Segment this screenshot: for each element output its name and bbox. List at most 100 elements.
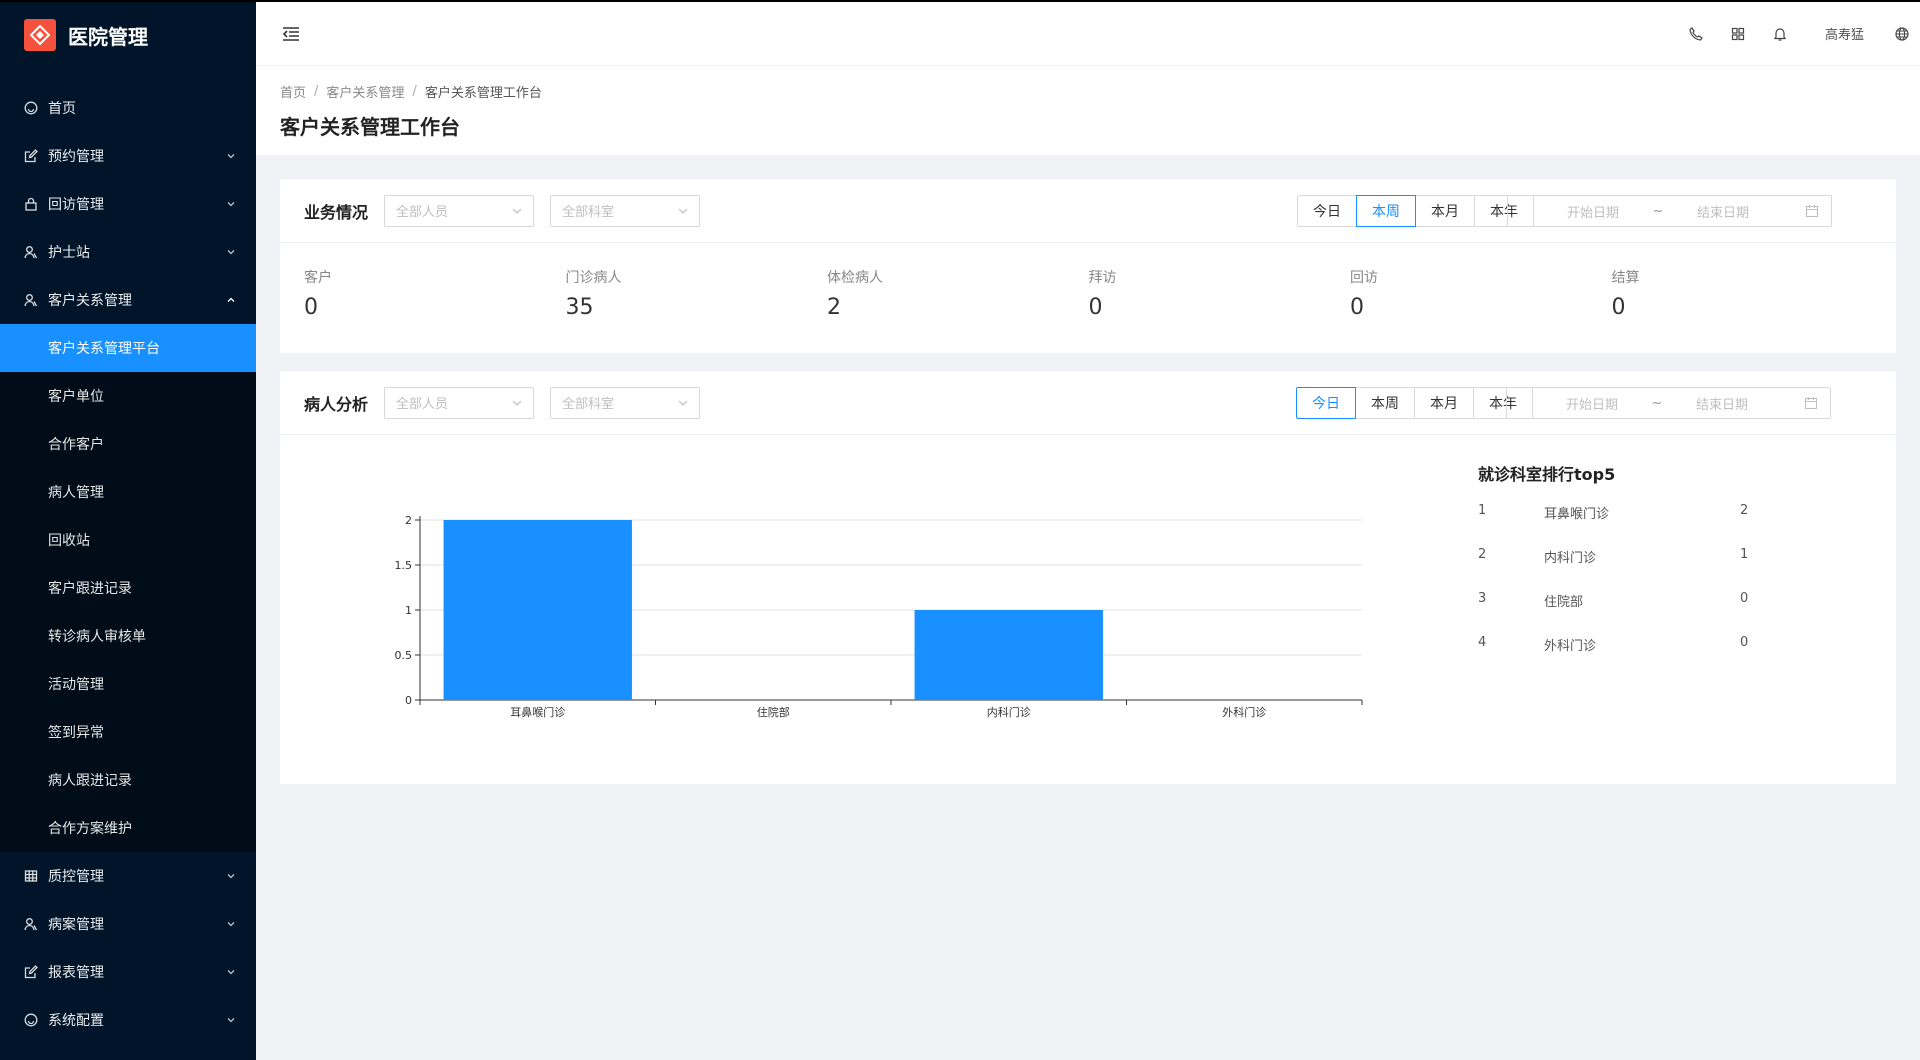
app-logo[interactable]: 医院管理 <box>0 0 256 70</box>
chevron-down-icon <box>226 919 236 929</box>
ranking-department: 耳鼻喉门诊 <box>1544 507 1610 522</box>
y-tick-label: 1.5 <box>395 559 413 572</box>
sidebar-subitem[interactable]: 活动管理 <box>0 660 256 708</box>
period-segmented: 今日 本周 本月 本年 <box>1296 387 1533 419</box>
sidebar-subitem[interactable]: 病人管理 <box>0 468 256 516</box>
sidebar-subitem[interactable]: 客户跟进记录 <box>0 564 256 612</box>
start-date-input[interactable]: 开始日期 <box>1507 394 1647 413</box>
x-tick-label: 内科门诊 <box>987 705 1031 719</box>
person-select[interactable]: 全部人员 <box>384 386 535 419</box>
bar-chart-svg: 0 0.5 1 1.5 2 耳鼻喉门诊 住院部 内科门诊 外科门诊 <box>395 514 1363 719</box>
stat-value: 35 <box>565 295 594 320</box>
end-date-input[interactable]: 结束日期 <box>1667 394 1777 413</box>
stat-label: 体检病人 <box>827 270 883 286</box>
lock-icon <box>24 197 38 211</box>
sidebar-item[interactable]: 质控管理 <box>0 852 256 900</box>
sidebar-menu: 首页预约管理回访管理护士站 客户关系管理 客户关系管理平台 客户单位 合作客户 病人管理回… <box>0 84 256 1044</box>
ranking-index: 1 <box>1478 503 1487 518</box>
period-button[interactable]: 今日 <box>1297 195 1357 227</box>
user-name[interactable]: 高寿猛 <box>1801 24 1884 43</box>
start-date-input[interactable]: 开始日期 <box>1508 202 1648 221</box>
period-button[interactable]: 今日 <box>1296 387 1356 419</box>
person-select[interactable]: 全部人员 <box>384 194 535 227</box>
chevron-down-icon <box>512 208 522 214</box>
period-button[interactable]: 本月 <box>1415 195 1475 227</box>
chevron-down-icon <box>226 151 236 161</box>
breadcrumb-home[interactable]: 首页 <box>280 82 306 101</box>
stat-value: 0 <box>304 295 318 320</box>
sidebar-subitem[interactable]: 回收站 <box>0 516 256 564</box>
stat-value: 0 <box>1611 295 1626 320</box>
sidebar-item[interactable]: 预约管理 <box>0 132 256 180</box>
ranking-index: 4 <box>1478 635 1487 650</box>
apps-icon[interactable] <box>1717 2 1759 66</box>
page-header: 首页 / 客户关系管理 / 客户关系管理工作台 客户关系管理工作台 <box>256 66 1920 155</box>
stat-label: 结算 <box>1611 270 1640 286</box>
stat-label: 回访 <box>1350 270 1378 286</box>
sidebar-item[interactable]: 客户关系管理 <box>0 276 256 324</box>
date-range-picker[interactable]: 开始日期 ~ 结束日期 <box>1506 387 1831 419</box>
edit-icon <box>24 965 38 979</box>
period-button[interactable]: 本周 <box>1356 195 1416 227</box>
sidebar-subitem[interactable]: 客户关系管理平台 <box>0 324 256 372</box>
top-header: 高寿猛 <box>256 2 1920 66</box>
sidebar-item-label: 回访管理 <box>48 197 104 213</box>
sidebar-subitem[interactable]: 合作方案维护 <box>0 804 256 852</box>
y-tick-label: 0 <box>405 694 412 707</box>
dept-select[interactable]: 全部科室 <box>550 194 701 227</box>
sidebar-item[interactable]: 病案管理 <box>0 900 256 948</box>
phone-icon[interactable] <box>1675 2 1717 66</box>
ranking-row: 1 耳鼻喉门诊 2 <box>1478 503 1798 547</box>
stat-label: 客户 <box>304 270 332 286</box>
stat-item: 门诊病人 35 <box>566 267 828 320</box>
sidebar-subitem[interactable]: 签到异常 <box>0 708 256 756</box>
sidebar: 医院管理 首页预约管理回访管理护士站 客户关系管理 客户关系管理平台 客户单位 合作客户… <box>0 0 256 1060</box>
period-button[interactable]: 本月 <box>1414 387 1474 419</box>
menu-fold-icon[interactable] <box>281 24 301 44</box>
dept-select-value: 全部科室 <box>562 205 615 220</box>
sidebar-item[interactable]: 首页 <box>0 84 256 132</box>
y-tick-label: 1 <box>405 604 412 617</box>
sidebar-item[interactable]: 护士站 <box>0 228 256 276</box>
sidebar-item[interactable]: 报表管理 <box>0 948 256 996</box>
stat-item: 结算 0 <box>1612 267 1874 320</box>
sidebar-subitem[interactable]: 病人跟进记录 <box>0 756 256 804</box>
breadcrumb-crm[interactable]: 客户关系管理 <box>326 82 404 101</box>
sidebar-item-label: 质控管理 <box>48 869 104 885</box>
sidebar-item-label: 报表管理 <box>48 965 104 981</box>
globe-icon[interactable] <box>1884 2 1920 66</box>
range-separator: ~ <box>1651 395 1663 411</box>
bar <box>914 610 1103 700</box>
sidebar-item[interactable]: 回访管理 <box>0 180 256 228</box>
stat-value: 0 <box>1350 295 1364 320</box>
chevron-down-icon <box>678 208 688 214</box>
sidebar-item-label: 预约管理 <box>48 149 104 165</box>
user-icon <box>24 245 38 259</box>
bell-icon[interactable] <box>1759 2 1801 66</box>
x-tick-label: 耳鼻喉门诊 <box>510 705 565 719</box>
dept-select-value: 全部科室 <box>562 397 615 412</box>
period-button[interactable]: 本周 <box>1355 387 1415 419</box>
range-separator: ~ <box>1652 203 1664 219</box>
logo-icon <box>24 19 56 51</box>
dept-select[interactable]: 全部科室 <box>550 386 701 419</box>
department-ranking: 就诊科室排行top5 1 耳鼻喉门诊 2 2 内科门诊 1 3 住院部 0 4 外科门诊 0 <box>1478 461 1798 679</box>
x-tick-label: 住院部 <box>757 705 790 719</box>
ranking-department: 外科门诊 <box>1544 639 1597 654</box>
end-date-input[interactable]: 结束日期 <box>1668 202 1778 221</box>
table-icon <box>24 869 38 883</box>
sidebar-subitem[interactable]: 转诊病人审核单 <box>0 612 256 660</box>
stat-item: 体检病人 2 <box>827 267 1089 320</box>
dashboard-icon <box>24 101 38 115</box>
ranking-index: 2 <box>1478 547 1487 562</box>
ranking-count: 1 <box>1740 547 1749 562</box>
ranking-index: 3 <box>1478 591 1487 606</box>
chevron-down-icon <box>226 871 236 881</box>
date-range-picker[interactable]: 开始日期 ~ 结束日期 <box>1507 195 1832 227</box>
sidebar-item[interactable]: 系统配置 <box>0 996 256 1044</box>
sidebar-subitem[interactable]: 客户单位 <box>0 372 256 420</box>
ranking-count: 2 <box>1740 503 1749 518</box>
chevron-down-icon <box>226 199 236 209</box>
sidebar-item-label: 首页 <box>48 101 76 117</box>
sidebar-subitem[interactable]: 合作客户 <box>0 420 256 468</box>
